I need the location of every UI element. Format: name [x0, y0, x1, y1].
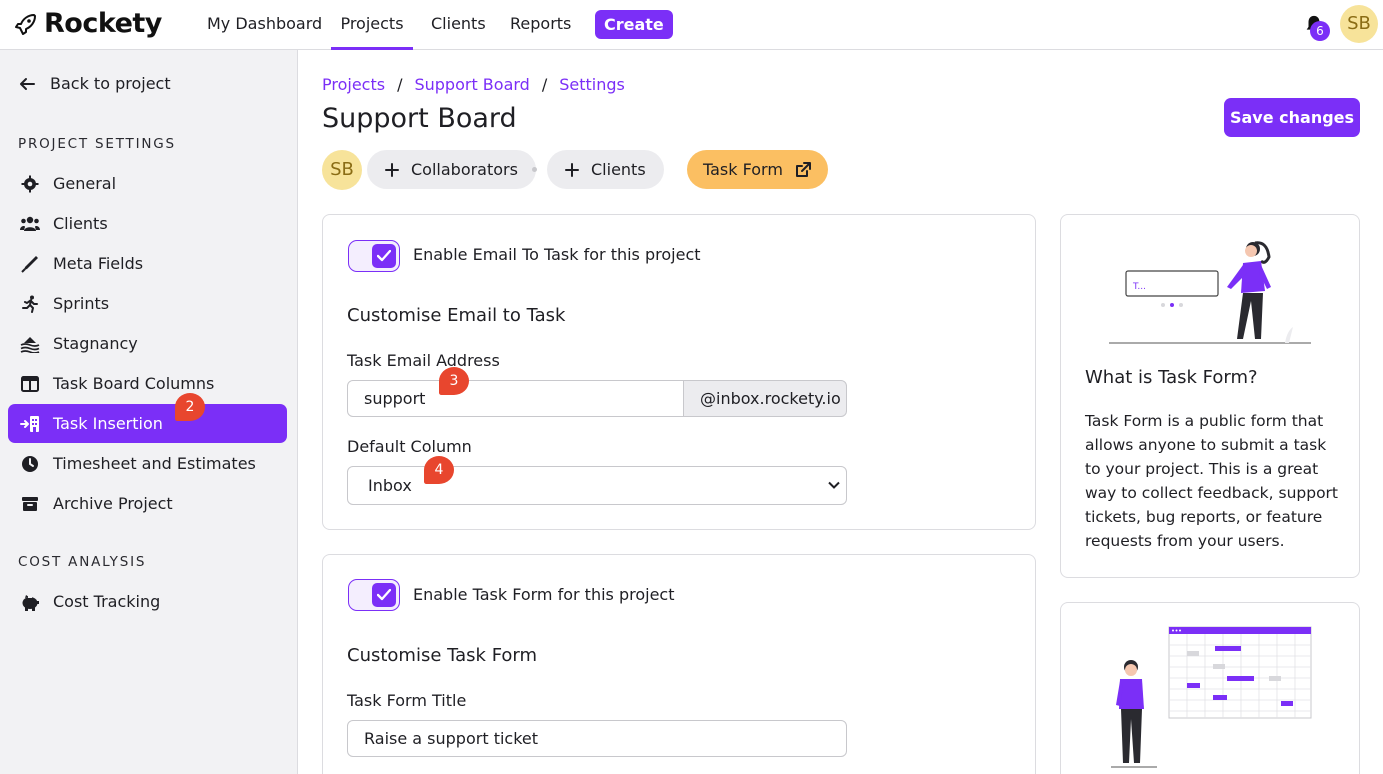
sidebar-item-timesheet-and-estimates[interactable]: Timesheet and Estimates [8, 444, 287, 483]
task-form-card: Enable Task Form for this project Custom… [322, 554, 1036, 774]
svg-text:T...: T... [1132, 282, 1146, 292]
task-form-section-title: Customise Task Form [347, 645, 538, 666]
breadcrumb-separator: / [397, 75, 403, 94]
sidebar-item-archive-project[interactable]: Archive Project [8, 484, 287, 523]
task-board-illustration [1111, 626, 1312, 768]
pill-separator-dot [532, 167, 537, 172]
task-email-address-label: Task Email Address [347, 351, 500, 370]
cost-analysis-heading: COST ANALYSIS [18, 554, 147, 570]
task-form-toggle[interactable] [348, 579, 400, 611]
sidebar-item-cost-tracking[interactable]: Cost Tracking [8, 582, 287, 621]
sidebar-item-label: Meta Fields [53, 254, 144, 273]
app-logo[interactable]: Rockety [14, 8, 162, 39]
clock-icon [20, 454, 40, 474]
breadcrumb-support-board[interactable]: Support Board [414, 75, 529, 94]
sidebar-item-label: General [53, 174, 117, 193]
default-column-value: Inbox [368, 476, 412, 495]
email-domain-addon: @inbox.rockety.io [683, 380, 847, 417]
email-to-task-toggle-label: Enable Email To Task for this project [413, 245, 701, 264]
default-column-select[interactable]: Inbox [347, 466, 847, 505]
sidebar-item-stagnancy[interactable]: Stagnancy [8, 324, 287, 363]
sidebar-item-sprints[interactable]: Sprints [8, 284, 287, 323]
save-changes-button[interactable]: Save changes [1224, 98, 1360, 137]
nav-reports[interactable]: Reports [510, 0, 571, 50]
top-navbar: Rockety My Dashboard Projects Clients Re… [0, 0, 1383, 50]
sidebar-item-label: Archive Project [53, 494, 173, 513]
external-link-icon [795, 162, 811, 177]
clients-label: Clients [591, 160, 646, 179]
plus-icon [385, 162, 399, 177]
email-to-task-section-title: Customise Email to Task [347, 305, 566, 326]
sidebar-item-label: Cost Tracking [53, 592, 161, 611]
task-form-link-button[interactable]: Task Form [687, 150, 828, 189]
page-title: Support Board [322, 103, 517, 134]
water-icon [20, 334, 40, 354]
task-form-title-label: Task Form Title [347, 691, 467, 710]
columns-icon [20, 374, 40, 394]
rocket-icon [15, 13, 36, 35]
breadcrumb-separator: / [541, 75, 548, 94]
owner-avatar[interactable]: SB [322, 150, 362, 190]
project-settings-heading: PROJECT SETTINGS [18, 136, 176, 152]
info-body: Task Form is a public form that allows a… [1085, 412, 1339, 550]
task-form-info-card: T... What is Task Form? Task Form is a p… [1060, 214, 1360, 578]
task-form-title-input[interactable]: Raise a support ticket [347, 720, 847, 757]
nav-clients[interactable]: Clients [431, 0, 486, 50]
add-collaborators-button[interactable]: Collaborators [367, 150, 536, 189]
plus-icon [565, 162, 579, 177]
user-avatar[interactable]: SB [1340, 5, 1378, 43]
breadcrumb-projects[interactable]: Projects [322, 75, 385, 94]
annotation-badge-4: 4 [424, 456, 454, 484]
insert-icon [20, 414, 40, 434]
task-form-label: Task Form [703, 160, 783, 179]
sidebar-item-label: Task Insertion [53, 414, 163, 433]
breadcrumb-settings[interactable]: Settings [559, 75, 625, 94]
breadcrumb: Projects / Support Board / Settings [322, 75, 625, 94]
annotation-badge-3: 3 [439, 367, 469, 395]
create-button[interactable]: Create [595, 10, 673, 39]
info-title: What is Task Form? [1085, 367, 1258, 388]
sidebar-item-label: Clients [53, 214, 108, 233]
task-email-address-input[interactable]: support [347, 380, 684, 417]
sidebar-item-general[interactable]: General [8, 164, 287, 203]
running-icon [20, 294, 40, 314]
sidebar-item-task-insertion[interactable]: Task Insertion [8, 404, 287, 443]
sidebar-item-label: Sprints [53, 294, 110, 313]
form-submit-illustration: T... [1109, 241, 1311, 344]
check-icon [372, 583, 396, 607]
settings-sidebar: Back to project PROJECT SETTINGS General… [0, 50, 298, 774]
chevron-down-icon [828, 481, 840, 489]
sidebar-item-task-board-columns[interactable]: Task Board Columns [8, 364, 287, 403]
users-icon [20, 214, 40, 234]
board-illustration-card [1060, 602, 1360, 774]
email-to-task-toggle[interactable] [348, 240, 400, 272]
sidebar-item-label: Stagnancy [53, 334, 138, 353]
sidebar-item-label: Timesheet and Estimates [53, 454, 256, 473]
add-clients-button[interactable]: Clients [547, 150, 664, 189]
collaborators-label: Collaborators [411, 160, 518, 179]
arrow-left-icon [20, 77, 35, 90]
task-form-toggle-label: Enable Task Form for this project [413, 585, 675, 604]
default-column-label: Default Column [347, 437, 472, 456]
gear-icon [20, 174, 40, 194]
pen-icon [20, 254, 40, 274]
check-icon [372, 244, 396, 268]
sidebar-item-clients[interactable]: Clients [8, 204, 287, 243]
nav-projects[interactable]: Projects [331, 0, 413, 50]
piggy-bank-icon [20, 592, 40, 612]
sidebar-item-meta-fields[interactable]: Meta Fields [8, 244, 287, 283]
back-to-project-link[interactable]: Back to project [18, 74, 171, 93]
annotation-badge-2: 2 [175, 393, 205, 421]
nav-my-dashboard[interactable]: My Dashboard [207, 0, 322, 50]
app-name: Rockety [44, 8, 162, 39]
notification-count-badge: 6 [1310, 21, 1330, 41]
archive-icon [20, 494, 40, 514]
back-to-project-label: Back to project [50, 74, 171, 93]
sidebar-item-label: Task Board Columns [53, 374, 215, 393]
